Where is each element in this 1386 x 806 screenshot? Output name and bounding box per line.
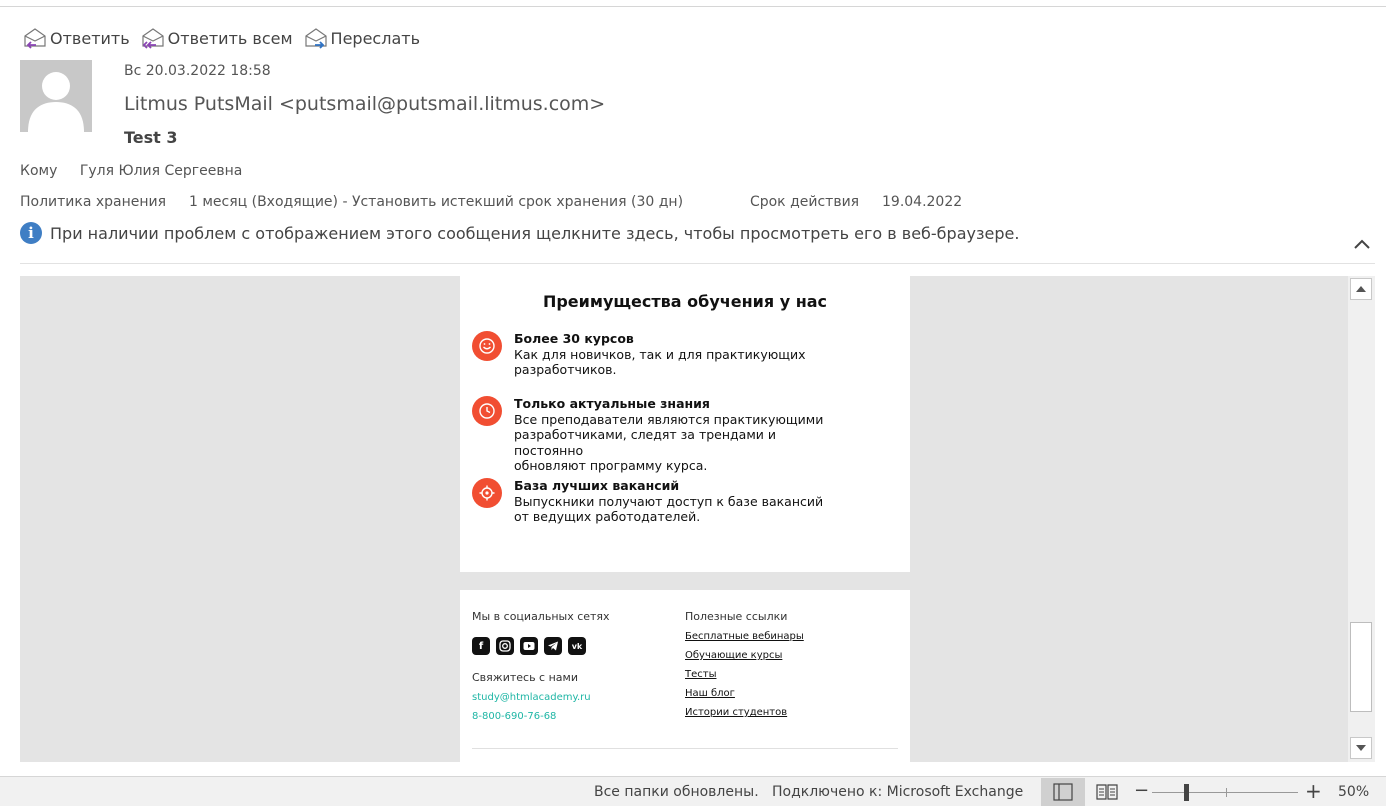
infobar-text: При наличии проблем с отображением этого… [50,223,1020,243]
info-icon: i [20,222,42,244]
links-column: Полезные ссылки Бесплатные вебинары Обуч… [685,610,804,718]
expiry-label: Срок действия [749,194,860,210]
reply-button[interactable]: Ответить [22,26,130,50]
message-sender[interactable]: Litmus PutsMail <putsmail@putsmail.litmu… [124,93,605,115]
forward-button[interactable]: Переслать [303,26,420,50]
forward-label: Переслать [330,28,420,48]
reading-view-icon [1096,784,1118,800]
feature-description: Выпускники получают доступ к базе ваканс… [514,493,824,525]
reply-all-icon [142,28,164,49]
contact-title: Свяжитесь с нами [472,671,578,684]
window-top-edge [0,0,1386,7]
message-date: Вс 20.03.2022 18:58 [124,63,271,79]
policy-label: Политика хранения [20,194,167,210]
vertical-scrollbar[interactable] [1348,276,1375,762]
zoom-center-tick [1226,788,1227,797]
scroll-thumb[interactable] [1350,622,1372,712]
header-divider [20,263,1375,264]
footer-link[interactable]: Наш блог [685,688,804,699]
reply-icon [24,28,46,49]
target-icon [472,478,502,508]
folders-status: Все папки обновлены. [594,784,759,800]
contact-phone-link[interactable]: 8-800-690-76-68 [472,711,610,722]
links-title: Полезные ссылки [685,610,788,623]
social-title: Мы в социальных сетях [472,610,610,623]
sender-avatar [20,60,92,132]
reply-all-button[interactable]: Ответить всем [140,26,293,50]
arrow-up-icon [1356,286,1366,292]
zoom-in-button[interactable]: + [1305,779,1322,803]
benefits-title: Преимущества обучения у нас [542,292,828,311]
footer-link[interactable]: Бесплатные вебинары [685,631,804,642]
connection-status: Подключено к: Microsoft Exchange [772,784,1024,800]
facebook-icon[interactable]: f [472,637,490,655]
feature-title: Только актуальные знания [514,396,710,411]
feature-description: Как для новичков, так и для практикующих… [514,346,806,378]
footer-divider [472,748,898,749]
to-label: Кому [20,163,58,179]
instagram-icon[interactable] [496,637,514,655]
zoom-slider[interactable] [1152,792,1298,793]
zoom-level[interactable]: 50% [1338,784,1369,800]
social-column: Мы в социальных сетях f vk Свяжитесь с н… [472,610,610,722]
zoom-slider-thumb[interactable] [1184,784,1189,801]
retention-row: Политика хранения 1 месяц (Входящие) - У… [20,194,962,210]
recipients-row: Кому Гуля Юлия Сергеевна [20,163,242,179]
feature-title: База лучших вакансий [514,478,680,493]
policy-value: 1 месяц (Входящие) - Установить истекший… [188,194,684,210]
browser-view-infobar[interactable]: i При наличии проблем с отображением это… [20,222,1019,244]
zoom-out-button[interactable]: − [1134,780,1149,801]
telegram-icon[interactable] [544,637,562,655]
normal-view-icon [1053,783,1073,801]
reply-all-label: Ответить всем [167,28,293,48]
footer-link[interactable]: Обучающие курсы [685,650,804,661]
footer-link[interactable]: Истории студентов [685,707,804,718]
expiry-value: 19.04.2022 [882,194,963,210]
message-subject: Test 3 [124,128,178,147]
status-bar: Все папки обновлены. Подключено к: Micro… [0,776,1386,806]
clock-icon [472,396,502,426]
benefits-card: Преимущества обучения у нас Более 30 кур… [460,276,910,572]
scroll-up-button[interactable] [1350,278,1372,300]
smile-icon [472,331,502,361]
message-body: Преимущества обучения у нас Более 30 кур… [20,276,1348,762]
forward-icon [304,28,327,49]
social-icons: f vk [472,637,610,655]
feature-description: Все преподаватели являются практикующими… [514,411,824,474]
reply-label: Ответить [50,28,130,48]
message-actions: Ответить Ответить всем Переслать [22,24,430,52]
feature-title: Более 30 курсов [514,331,634,346]
to-recipient[interactable]: Гуля Юлия Сергеевна [80,163,243,179]
person-placeholder-icon [28,72,84,132]
youtube-icon[interactable] [520,637,538,655]
collapse-header-button[interactable] [1352,236,1372,252]
arrow-down-icon [1356,745,1366,751]
contact-email-link[interactable]: study@htmlacademy.ru [472,692,610,703]
scroll-down-button[interactable] [1350,737,1372,759]
vk-icon[interactable]: vk [568,637,586,655]
normal-view-button[interactable] [1041,778,1085,806]
reading-view-button[interactable] [1085,778,1129,806]
email-footer: Мы в социальных сетях f vk Свяжитесь с н… [460,590,910,762]
footer-link[interactable]: Тесты [685,669,804,680]
chevron-up-icon [1354,239,1370,249]
